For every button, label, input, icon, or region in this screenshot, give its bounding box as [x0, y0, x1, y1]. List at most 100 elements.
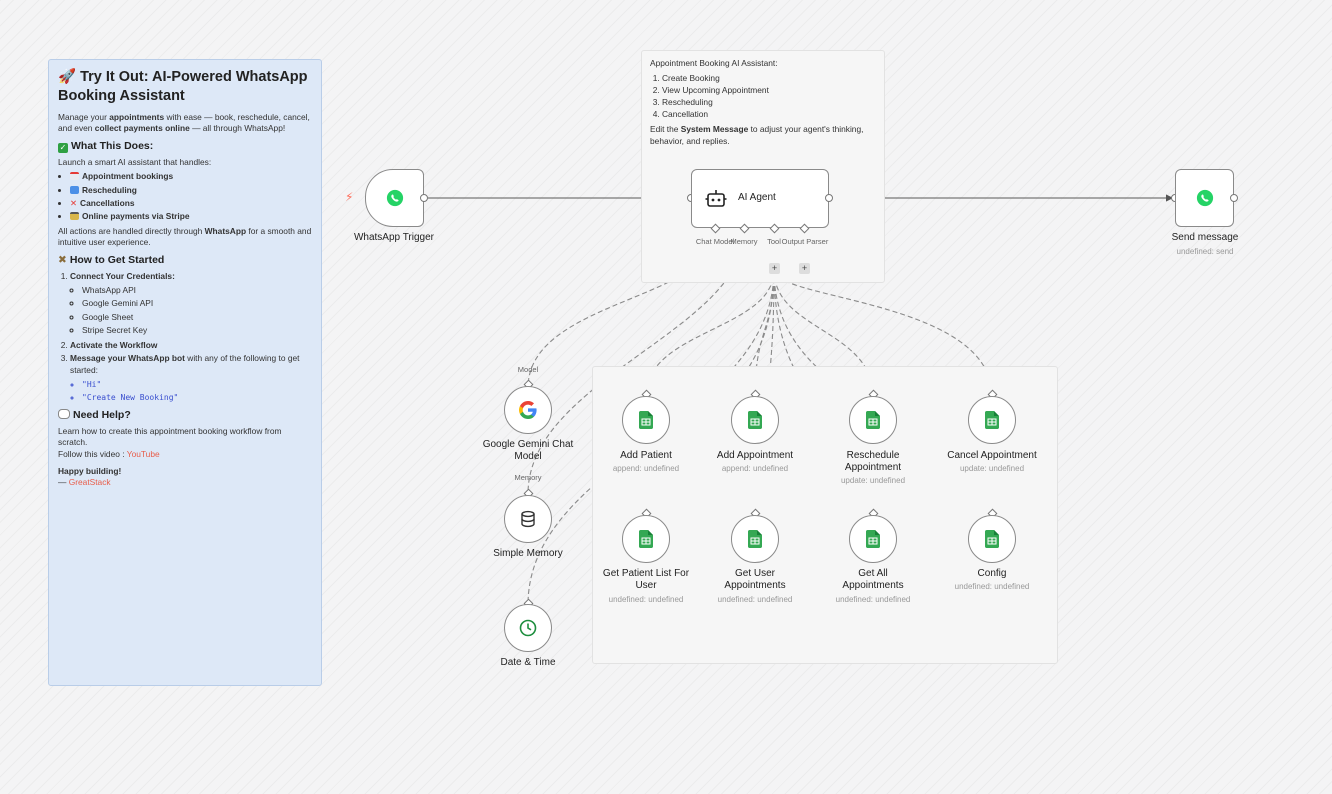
google-sheets-icon — [985, 530, 999, 548]
simple-memory-node[interactable] — [504, 495, 552, 543]
config-node[interactable] — [968, 515, 1016, 563]
node-subtitle: append: undefined — [721, 464, 789, 473]
node-label: WhatsApp Trigger — [353, 232, 435, 243]
lightning-bolt-icon: ⚡ — [345, 190, 354, 204]
port-label-model: Model — [517, 365, 539, 374]
step-item: Activate the Workflow — [70, 340, 312, 351]
node-subtitle: undefined: undefined — [608, 595, 684, 604]
youtube-link[interactable]: YouTube — [127, 449, 160, 459]
add-patient-node[interactable] — [622, 396, 670, 444]
node-label: Send message — [1171, 232, 1239, 243]
add-appointment-node[interactable] — [731, 396, 779, 444]
calendar-icon — [70, 172, 79, 181]
get-user-appointments-node[interactable] — [731, 515, 779, 563]
cancel-appointment-node[interactable] — [968, 396, 1016, 444]
send-message-node[interactable] — [1175, 169, 1234, 227]
sticky-title: 🚀 Try It Out: AI-Powered WhatsApp Bookin… — [58, 69, 308, 104]
speech-bubble-icon — [58, 408, 70, 419]
port-label-output-parser: Output Parser — [781, 237, 829, 246]
google-sheets-icon — [866, 411, 880, 429]
google-sheets-icon — [748, 530, 762, 548]
google-sheets-icon — [866, 530, 880, 548]
google-sheets-icon — [639, 411, 653, 429]
add-tool-button[interactable]: + — [769, 263, 780, 274]
node-label: Get User Appointments — [724, 568, 786, 591]
node-label: Google Gemini Chat Model — [482, 439, 574, 462]
whatsapp-icon — [386, 189, 404, 207]
steps-list: Connect Your Credentials: WhatsApp API G… — [58, 271, 312, 404]
capability-item: Create Booking — [662, 72, 876, 84]
capability-item: View Upcoming Appointment — [662, 84, 876, 96]
capability-item: Cancellation — [662, 108, 876, 120]
feature-item: Rescheduling — [70, 185, 312, 196]
sticky-note-instructions[interactable]: 🚀 Try It Out: AI-Powered WhatsApp Bookin… — [48, 59, 322, 686]
node-subtitle: undefined: undefined — [835, 595, 911, 604]
port-label-memory-sub: Memory — [514, 473, 542, 482]
node-subtitle: append: undefined — [612, 464, 680, 473]
node-label: Reschedule Appointment — [844, 450, 902, 473]
node-label: Add Patient — [620, 450, 672, 461]
cross-icon: ✕ — [70, 198, 78, 209]
get-patient-list-node[interactable] — [622, 515, 670, 563]
whatsapp-trigger-node[interactable] — [365, 169, 424, 227]
repeat-icon — [70, 185, 79, 194]
agent-note-title: Appointment Booking AI Assistant: — [650, 58, 778, 68]
google-sheets-icon — [639, 530, 653, 548]
help-heading: Need Help? — [58, 408, 312, 422]
intro-text: Manage your appointments with ease — boo… — [58, 112, 310, 134]
credential-item: Google Gemini API — [82, 298, 312, 309]
credential-item: WhatsApp API — [82, 285, 312, 296]
trigger-output-port[interactable] — [420, 194, 428, 202]
feature-item: Appointment bookings — [70, 171, 312, 182]
node-label: Simple Memory — [493, 548, 563, 559]
agent-title: AI Agent — [738, 192, 776, 203]
credential-item: Stripe Secret Key — [82, 325, 312, 336]
google-gemini-node[interactable] — [504, 386, 552, 434]
database-icon — [521, 510, 535, 528]
clock-icon — [519, 619, 537, 637]
sticky-note-agent[interactable]: Appointment Booking AI Assistant: Create… — [641, 50, 885, 283]
port-label-memory: Memory — [730, 237, 758, 246]
happy-text: Happy building! — [58, 465, 122, 476]
ai-agent-node[interactable]: AI Agent — [691, 169, 829, 228]
node-subtitle: undefined: undefined — [717, 595, 793, 604]
step-item: Message your WhatsApp bot with any of th… — [70, 353, 312, 404]
message-item: "Hi" — [82, 379, 312, 390]
node-label: Get Patient List For User — [602, 568, 690, 591]
feature-list: Appointment bookings Rescheduling ✕Cance… — [58, 171, 312, 223]
node-subtitle: undefined: send — [1176, 247, 1234, 256]
feature-item: Online payments via Stripe — [70, 211, 312, 222]
robot-icon — [705, 190, 727, 207]
credit-card-icon — [70, 212, 79, 221]
google-sheets-icon — [985, 411, 999, 429]
add-output-parser-button[interactable]: + — [799, 263, 810, 274]
greatstack-link[interactable]: GreatStack — [69, 477, 111, 487]
node-label: Config — [977, 568, 1007, 579]
all-actions-text: All actions are handled directly through… — [58, 225, 312, 248]
agent-output-port[interactable] — [825, 194, 833, 202]
google-icon — [519, 401, 537, 419]
step-item: Connect Your Credentials: WhatsApp API G… — [70, 271, 312, 337]
feature-item: ✕Cancellations — [70, 198, 312, 209]
google-sheets-icon — [748, 411, 762, 429]
agent-capability-list: Create Booking View Upcoming Appointment… — [650, 72, 876, 120]
whatsapp-icon — [1196, 189, 1214, 207]
what-heading: ✓ What This Does: — [58, 139, 154, 153]
capability-item: Rescheduling — [662, 96, 876, 108]
message-item: "Create New Booking" — [82, 392, 312, 403]
how-heading: ✖ How to Get Started — [58, 253, 165, 266]
agent-note-edit: Edit the System Message to adjust your a… — [650, 124, 864, 146]
node-subtitle: update: undefined — [840, 476, 906, 485]
check-icon: ✓ — [58, 142, 68, 153]
node-label: Date & Time — [500, 657, 556, 668]
node-subtitle: update: undefined — [959, 464, 1025, 473]
signature: — GreatStack — [58, 477, 111, 488]
date-time-node[interactable] — [504, 604, 552, 652]
send-output-port[interactable] — [1230, 194, 1238, 202]
node-label: Cancel Appointment — [947, 450, 1037, 461]
reschedule-appointment-node[interactable] — [849, 396, 897, 444]
workflow-canvas[interactable]: 🚀 Try It Out: AI-Powered WhatsApp Bookin… — [0, 0, 1332, 794]
node-label: Add Appointment — [716, 450, 794, 461]
node-subtitle: undefined: undefined — [954, 582, 1030, 591]
get-all-appointments-node[interactable] — [849, 515, 897, 563]
